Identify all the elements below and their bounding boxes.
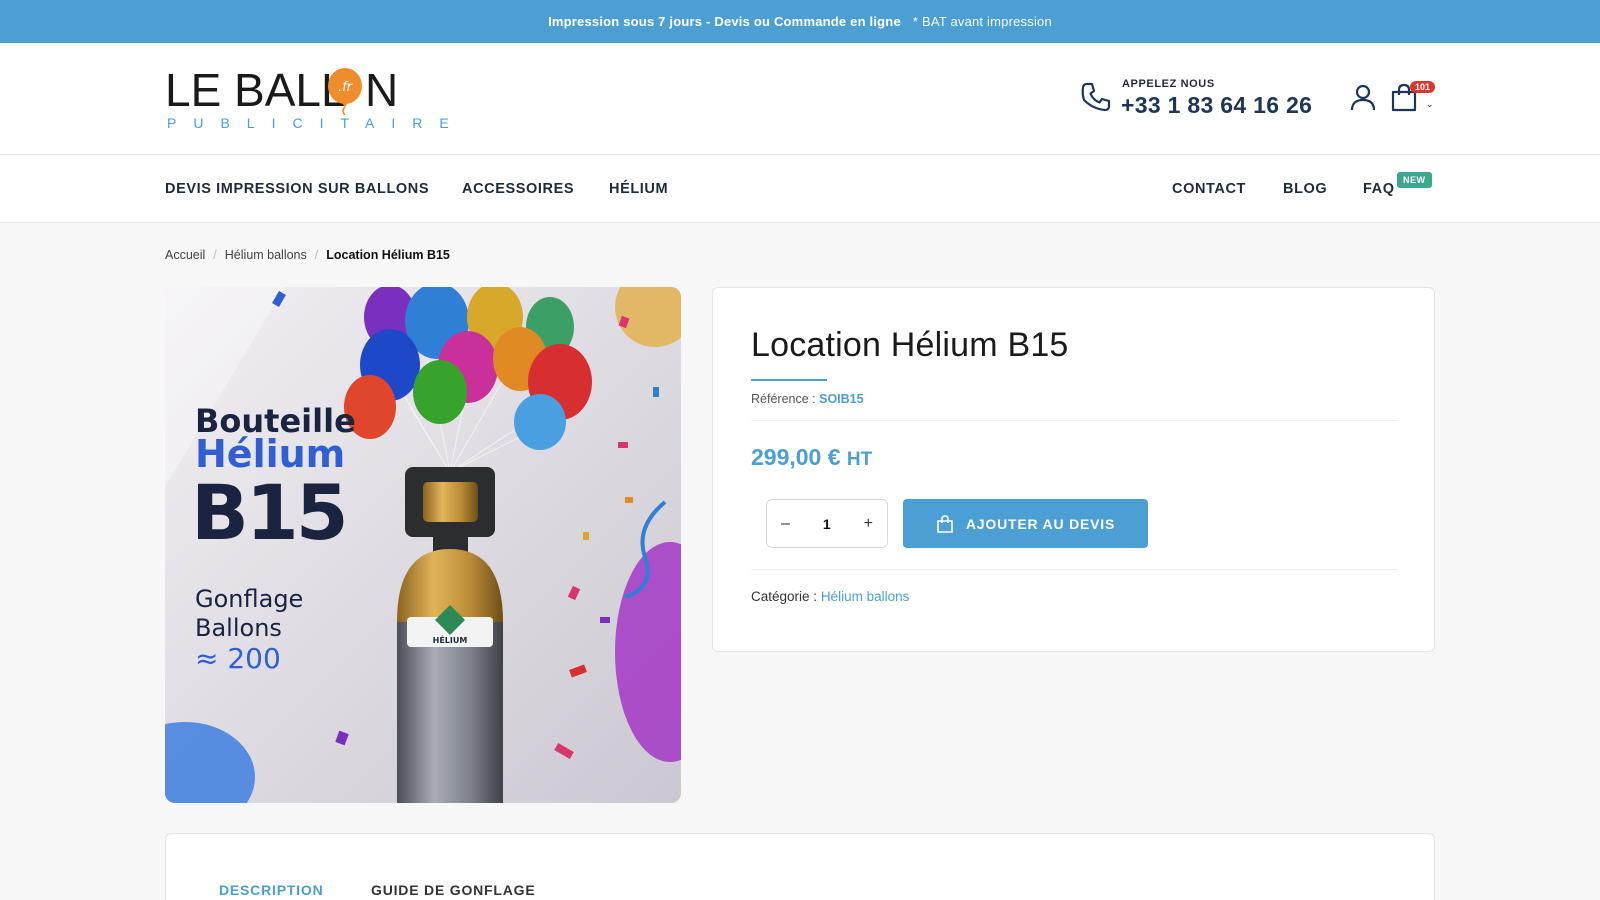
nav-faq[interactable]: FAQ: [1363, 181, 1395, 197]
divider: [751, 569, 1398, 570]
phone-number[interactable]: +33 1 83 64 16 26: [1121, 92, 1312, 119]
product-image[interactable]: HÉLIUM Bouteille Hélium B15 Gonflage Bal…: [165, 287, 681, 803]
title-underline: [751, 379, 827, 381]
nav-blog[interactable]: BLOG: [1283, 181, 1327, 197]
user-account-icon[interactable]: [1350, 83, 1376, 111]
cart-count-badge: 101: [1410, 81, 1436, 93]
main-navigation: DEVIS IMPRESSION SUR BALLONS ACCESSOIRES…: [0, 155, 1600, 223]
announcement-text: Impression sous 7 jours - Devis ou Comma…: [548, 14, 901, 29]
add-to-quote-label: AJOUTER AU DEVIS: [965, 515, 1116, 532]
price-suffix: HT: [846, 449, 873, 470]
breadcrumb-current: Location Hélium B15: [326, 248, 450, 262]
tab-guide-gonflage[interactable]: GUIDE DE GONFLAGE: [371, 882, 536, 898]
logo-main-text: LE BALL: [165, 64, 347, 116]
reference-label: Référence :: [751, 392, 816, 406]
product-price: 299,00 € HT: [751, 444, 872, 471]
quantity-increase-button[interactable]: +: [864, 515, 873, 533]
announcement-bar: Impression sous 7 jours - Devis ou Comma…: [0, 0, 1600, 43]
logo-last-letter: N: [365, 64, 399, 116]
breadcrumb-home[interactable]: Accueil: [165, 248, 205, 262]
product-info-card: Location Hélium B15 Référence : SOIB15 2…: [712, 287, 1435, 652]
image-line-ballons: Ballons: [195, 614, 282, 642]
logo-balloon-icon: .fr: [328, 68, 362, 115]
nav-devis-impression[interactable]: DEVIS IMPRESSION SUR BALLONS: [165, 181, 429, 197]
divider: [751, 420, 1398, 421]
chevron-down-icon[interactable]: ⌄: [1426, 99, 1434, 110]
price-value: 299,00 €: [751, 444, 841, 470]
category-label: Catégorie :: [751, 589, 818, 604]
breadcrumb-category[interactable]: Hélium ballons: [225, 248, 307, 262]
logo-balloon-text: .fr: [338, 80, 354, 95]
quantity-input[interactable]: 1: [823, 516, 831, 532]
product-tabs: DESCRIPTION GUIDE DE GONFLAGE: [165, 833, 1435, 900]
shopping-bag-icon: [937, 514, 953, 533]
tab-description[interactable]: DESCRIPTION: [219, 882, 323, 898]
nav-helium[interactable]: HÉLIUM: [609, 181, 668, 197]
add-to-quote-button[interactable]: AJOUTER AU DEVIS: [903, 499, 1148, 548]
product-illustration: HÉLIUM Bouteille Hélium B15 Gonflage Bal…: [165, 287, 681, 803]
phone-label: APPELEZ NOUS: [1122, 78, 1215, 90]
site-header: LE BALL .fr N PUBLICITAIRE APPELEZ NOUS …: [0, 43, 1600, 155]
quantity-decrease-button[interactable]: –: [781, 515, 790, 533]
breadcrumb-separator: /: [213, 248, 217, 262]
cylinder-label: HÉLIUM: [433, 634, 468, 645]
announcement-note: * BAT avant impression: [912, 14, 1052, 29]
image-line-b15: B15: [191, 468, 346, 557]
product-reference: Référence : SOIB15: [751, 392, 864, 406]
image-line-200: ≈ 200: [195, 642, 281, 675]
logo-subtitle: PUBLICITAIRE: [167, 115, 466, 131]
image-line-gonflage: Gonflage: [195, 585, 303, 613]
site-logo[interactable]: LE BALL .fr N PUBLICITAIRE: [165, 64, 449, 135]
nav-contact[interactable]: CONTACT: [1172, 181, 1246, 197]
breadcrumb-separator: /: [314, 248, 319, 262]
quantity-stepper: – 1 +: [766, 499, 888, 548]
product-category: Catégorie : Hélium ballons: [751, 589, 909, 604]
phone-icon: [1081, 82, 1111, 112]
faq-new-badge: NEW: [1397, 172, 1432, 188]
breadcrumb: Accueil / Hélium ballons / Location Héli…: [165, 248, 450, 262]
nav-accessoires[interactable]: ACCESSOIRES: [462, 181, 574, 197]
product-title: Location Hélium B15: [751, 326, 1069, 364]
reference-value: SOIB15: [819, 392, 864, 406]
category-link[interactable]: Hélium ballons: [821, 589, 910, 604]
